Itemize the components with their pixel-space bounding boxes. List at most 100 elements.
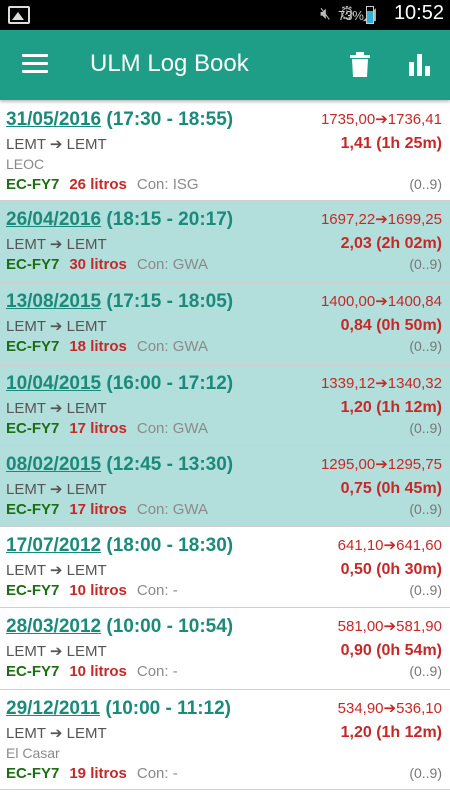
- arrow-right-icon: ➔: [375, 211, 388, 228]
- rating-range: (0..9): [409, 420, 442, 436]
- fuel-amount: 10 litros: [69, 663, 127, 680]
- flight-date: 10/04/2015: [6, 373, 102, 394]
- copilot: Con: -: [136, 582, 178, 599]
- counter-end: 1400,84: [387, 293, 442, 310]
- fuel-amount: 19 litros: [69, 765, 127, 782]
- copilot: Con: GWA: [136, 420, 209, 437]
- copilot: Con: -: [136, 663, 178, 680]
- copilot: Con: GWA: [136, 256, 209, 273]
- hour-counter: 1400,00➔1400,84: [321, 292, 442, 310]
- arrow-right-icon: ➔: [49, 562, 63, 579]
- fuel-amount: 10 litros: [69, 582, 127, 599]
- route-from: LEMT: [6, 236, 46, 253]
- image-notification-icon: [8, 6, 30, 24]
- flight-note: LEOC: [6, 156, 45, 172]
- bar-chart-icon[interactable]: [406, 52, 432, 78]
- flight-duration: 1,20 (1h 12m): [340, 724, 442, 741]
- flight-duration: 1,20 (1h 12m): [340, 399, 442, 416]
- list-item[interactable]: 08/02/2015 (12:45 - 13:30) 1295,00➔1295,…: [0, 446, 450, 527]
- list-item[interactable]: 17/07/2012 (18:00 - 18:30) 641,10➔641,60…: [0, 527, 450, 608]
- flight-date: 26/04/2016: [6, 209, 102, 230]
- route-to: LEMT: [66, 643, 107, 660]
- counter-start: 641,10: [337, 537, 384, 554]
- fuel-amount: 17 litros: [69, 420, 127, 437]
- rating-range: (0..9): [409, 501, 442, 517]
- list-item[interactable]: 10/04/2015 (16:00 - 17:12) 1339,12➔1340,…: [0, 365, 450, 446]
- battery-icon: [366, 6, 374, 24]
- rating-range: (0..9): [409, 176, 442, 192]
- status-bar: 🔇︎ ⏰︎ ◢ 73% 10:52: [0, 0, 450, 30]
- flight-duration: 0,50 (0h 30m): [340, 561, 442, 578]
- route-from: LEMT: [6, 725, 46, 742]
- route: LEMT ➔ LEMT: [6, 135, 107, 153]
- route: LEMT ➔ LEMT: [6, 399, 107, 417]
- aircraft-registration: EC-FY7: [6, 663, 60, 680]
- flight-time-range: (17:15 - 18:05): [106, 291, 234, 312]
- fuel-amount: 17 litros: [69, 501, 127, 518]
- counter-start: 1295,00: [320, 456, 376, 473]
- copilot: Con: ISG: [136, 176, 199, 193]
- arrow-right-icon: ➔: [49, 318, 63, 335]
- hour-counter: 641,10➔641,60: [338, 536, 442, 554]
- flight-date-time: 31/05/2016 (17:30 - 18:55): [6, 109, 233, 131]
- menu-icon[interactable]: [22, 54, 48, 76]
- trash-icon[interactable]: [349, 52, 371, 78]
- arrow-right-icon: ➔: [375, 111, 388, 128]
- counter-end: 641,60: [396, 537, 442, 554]
- list-item[interactable]: 13/08/2015 (17:15 - 18:05) 1400,00➔1400,…: [0, 283, 450, 365]
- flight-time-range: (17:30 - 18:55): [106, 109, 234, 130]
- route: LEMT ➔ LEMT: [6, 235, 107, 253]
- hour-counter: 581,00➔581,90: [338, 617, 442, 635]
- route-to: LEMT: [66, 481, 107, 498]
- flight-date-time: 13/08/2015 (17:15 - 18:05): [6, 291, 233, 313]
- flight-note: El Casar: [6, 745, 60, 761]
- rating-range: (0..9): [409, 256, 442, 272]
- counter-start: 1400,00: [320, 293, 376, 310]
- fuel-amount: 30 litros: [69, 256, 127, 273]
- counter-start: 1697,22: [320, 211, 376, 228]
- route-from: LEMT: [6, 562, 46, 579]
- counter-end: 1295,75: [387, 456, 442, 473]
- flight-duration: 0,90 (0h 54m): [340, 642, 442, 659]
- flight-list[interactable]: 31/05/2016 (17:30 - 18:55) 1735,00➔1736,…: [0, 101, 450, 800]
- list-item[interactable]: 31/05/2016 (17:30 - 18:55) 1735,00➔1736,…: [0, 101, 450, 201]
- arrow-right-icon: ➔: [383, 537, 397, 554]
- route-from: LEMT: [6, 136, 46, 153]
- counter-start: 1339,12: [320, 375, 376, 392]
- flight-time-range: (16:00 - 17:12): [106, 373, 234, 394]
- counter-end: 581,90: [396, 618, 442, 635]
- mute-icon: 🔇︎: [320, 4, 333, 24]
- arrow-right-icon: ➔: [375, 456, 388, 473]
- counter-end: 536,10: [396, 700, 442, 717]
- route-from: LEMT: [6, 643, 46, 660]
- route: LEMT ➔ LEMT: [6, 724, 107, 742]
- copilot: Con: GWA: [136, 338, 209, 355]
- route: LEMT ➔ LEMT: [6, 317, 107, 335]
- list-item[interactable]: 28/03/2012 (10:00 - 10:54) 581,00➔581,90…: [0, 608, 450, 690]
- flight-duration: 2,03 (2h 02m): [340, 235, 442, 252]
- counter-end: 1340,32: [387, 375, 442, 392]
- aircraft-registration: EC-FY7: [6, 176, 60, 193]
- flight-details: EC-FY7 19 litros Con: -: [6, 765, 178, 782]
- counter-start: 581,00: [337, 618, 384, 635]
- fuel-amount: 18 litros: [69, 338, 127, 355]
- list-item[interactable]: 29/12/2011 (10:00 - 11:12) 534,90➔536,10…: [0, 690, 450, 790]
- route-from: LEMT: [6, 318, 46, 335]
- flight-details: EC-FY7 30 litros Con: GWA: [6, 256, 208, 273]
- flight-details: EC-FY7 17 litros Con: GWA: [6, 501, 208, 518]
- flight-date: 17/07/2012: [6, 535, 102, 556]
- rating-range: (0..9): [409, 338, 442, 354]
- flight-duration: 0,84 (0h 50m): [340, 317, 442, 334]
- hour-counter: 1295,00➔1295,75: [321, 455, 442, 473]
- list-item[interactable]: 26/04/2016 (18:15 - 20:17) 1697,22➔1699,…: [0, 201, 450, 283]
- flight-date: 08/02/2015: [6, 454, 102, 475]
- flight-date-time: 28/03/2012 (10:00 - 10:54): [6, 616, 233, 638]
- flight-details: EC-FY7 18 litros Con: GWA: [6, 338, 208, 355]
- route-from: LEMT: [6, 400, 46, 417]
- arrow-right-icon: ➔: [49, 481, 63, 498]
- route: LEMT ➔ LEMT: [6, 642, 107, 660]
- rating-range: (0..9): [409, 582, 442, 598]
- route: LEMT ➔ LEMT: [6, 480, 107, 498]
- route-to: LEMT: [66, 236, 107, 253]
- flight-duration: 0,75 (0h 45m): [340, 480, 442, 497]
